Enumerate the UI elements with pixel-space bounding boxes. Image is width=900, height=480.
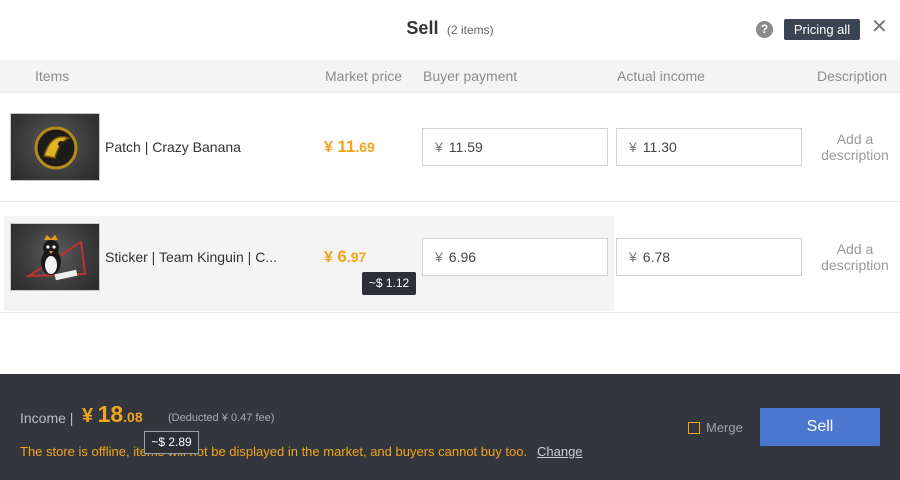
price-integer: 6 xyxy=(337,247,347,266)
price-currency: ¥ xyxy=(324,139,333,156)
description-line-1: Add a xyxy=(836,131,874,147)
yen-symbol: ¥ xyxy=(435,139,443,155)
item-count: (2 items) xyxy=(446,23,494,37)
income-decimal: .08 xyxy=(123,409,143,425)
column-buyer-payment: Buyer payment xyxy=(423,68,518,84)
add-description-link[interactable]: Add a description xyxy=(812,241,898,273)
column-header: Items Market price Buyer payment Actual … xyxy=(0,60,900,93)
item-row: Sticker | Team Kinguin | C... ¥ 6.97 ~$ … xyxy=(0,202,900,313)
buyer-payment-input[interactable]: ¥6.96 xyxy=(422,238,608,276)
actual-income-input[interactable]: ¥11.30 xyxy=(616,128,802,166)
actual-income-value: 6.78 xyxy=(642,249,671,265)
buyer-payment-input[interactable]: ¥11.59 xyxy=(422,128,608,166)
column-description: Description xyxy=(817,68,888,84)
buyer-payment-value: 6.96 xyxy=(448,249,477,265)
market-price: ¥ 11.69 xyxy=(324,137,375,157)
close-icon[interactable]: ✕ xyxy=(871,17,888,37)
yen-symbol: ¥ xyxy=(435,249,443,265)
market-price: ¥ 6.97 xyxy=(324,247,366,267)
fee-note: (Deducted ¥ 0.47 fee) xyxy=(168,412,275,424)
buyer-payment-value: 11.59 xyxy=(448,139,483,155)
dialog-title: Sell xyxy=(406,18,439,38)
usd-price-tooltip: ~$ 1.12 xyxy=(362,272,416,295)
description-line-2: description xyxy=(821,257,889,273)
sell-button[interactable]: Sell xyxy=(760,408,880,446)
income-integer: 18 xyxy=(97,401,124,427)
price-currency: ¥ xyxy=(324,249,333,266)
column-actual-income: Actual income xyxy=(617,68,705,84)
penguin-sticker-icon[interactable] xyxy=(10,223,100,291)
column-items: Items xyxy=(35,68,70,84)
description-line-2: description xyxy=(821,147,889,163)
dialog-header: Sell (2 items) ? Pricing all ✕ xyxy=(0,0,900,60)
item-row: Patch | Crazy Banana ¥ 11.69 ¥11.59 ¥11.… xyxy=(0,93,900,202)
income-currency: ¥ xyxy=(82,405,94,427)
pricing-all-button[interactable]: Pricing all xyxy=(784,19,860,40)
item-name: Sticker | Team Kinguin | C... xyxy=(105,249,277,265)
yen-symbol: ¥ xyxy=(629,139,637,155)
banana-patch-icon[interactable] xyxy=(10,113,100,181)
sell-footer: Income | ¥ 18.08 (Deducted ¥ 0.47 fee) T… xyxy=(0,374,900,480)
merge-label[interactable]: Merge xyxy=(706,420,743,435)
sell-dialog: Sell (2 items) ? Pricing all ✕ Items Mar… xyxy=(0,0,900,480)
description-line-1: Add a xyxy=(836,241,874,257)
offline-message: The store is offline, items will not be … xyxy=(20,444,528,459)
price-integer: 11 xyxy=(337,137,356,156)
column-market-price: Market price xyxy=(325,68,403,84)
price-decimal: .97 xyxy=(346,249,367,265)
change-link[interactable]: Change xyxy=(537,444,583,459)
price-decimal: .69 xyxy=(355,139,375,155)
income-total: ¥ 18.08 xyxy=(82,401,143,428)
actual-income-value: 11.30 xyxy=(642,139,677,155)
income-label: Income | xyxy=(20,410,74,426)
usd-income-tooltip: ~$ 2.89 xyxy=(144,431,199,454)
add-description-link[interactable]: Add a description xyxy=(812,131,898,163)
item-name: Patch | Crazy Banana xyxy=(105,139,241,155)
actual-income-input[interactable]: ¥6.78 xyxy=(616,238,802,276)
help-icon[interactable]: ? xyxy=(756,21,773,38)
yen-symbol: ¥ xyxy=(629,249,637,265)
merge-checkbox[interactable] xyxy=(688,422,700,434)
